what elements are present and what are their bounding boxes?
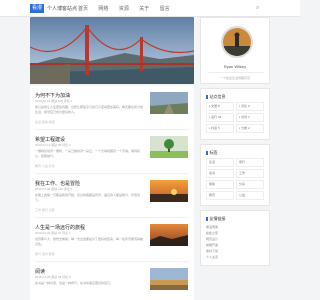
hero-banner[interactable] [30,17,194,84]
post-title[interactable]: 人生是一场远行的旅程 [35,224,85,231]
post-tags: 工作 旅行 记录 [35,208,55,212]
widget-title: 标签 [206,150,218,156]
info-label: 访问 [241,115,248,119]
friend-link[interactable]: 个人主页 [206,255,218,259]
tag-item[interactable]: 旅行 [236,158,264,167]
site-title[interactable]: 个人博客站点 [47,5,77,12]
info-value: 2 [247,126,250,130]
tag-item[interactable]: 分享 [236,180,264,189]
links-widget: 友情链接 看漫博客 模板之家 网页设计 前端开发 素材下载 个人主页 [200,210,270,266]
nav-item-about[interactable]: 关于 [139,6,149,12]
widget-title: 友情链接 [206,216,226,222]
post-excerpt: 一棵树摇动另一棵树，一朵云推动另一朵云，一个灵魂唤醒另一个灵魂。保持初心，砥砺前… [35,149,141,158]
info-label: 运行 [211,115,218,119]
friend-link[interactable]: 前端开发 [206,243,218,247]
info-cell: ▪标签 5 [206,124,234,133]
list-item[interactable]: 为何不下为加油 2019-01-16 阅读 105 评论 0 我只是想让人生更加… [30,86,194,130]
site-info-widget: 站点信息 ▪文章 8 ▪评论 9 ▪运行 99 ▪访问 3 ▪标签 5 ▪分类 … [200,88,270,140]
info-cell: ▪访问 3 [236,113,264,122]
tag-item[interactable]: 教育 [206,191,234,200]
info-cell: ▪评论 9 [236,102,264,111]
info-cell: ▪文章 8 [206,102,234,111]
post-meta: 2019-01-16 阅读 105 评论 0 [35,99,73,103]
post-excerpt: 我只是想让人生更加有趣，也想让那些平凡的日子变得更加美好。每天都在努力地生活，希… [35,105,144,114]
tag-item[interactable]: 生活 [206,158,234,167]
site-info-grid: ▪文章 8 ▪评论 9 ▪运行 99 ▪访问 3 ▪标签 5 ▪分类 2 [206,102,266,135]
info-label: 文章 [211,104,218,108]
list-item[interactable]: 我在工作、也是冒险 2019-01-08 阅读 132 评论 5 在路上的每一天… [30,174,194,218]
post-meta: 2018-12-28 阅读 64 评论 0 [35,275,71,279]
top-bar: 看漫 个人博客站点 首页 网络 资源 关于 留言 ⌕ [0,0,300,17]
post-title[interactable]: 我在工作、也是冒险 [35,180,80,187]
info-icon: ▪ [239,115,241,119]
post-excerpt: 世界那么大，我想去看看。每一次出发都是为了更好地回来，每一段风景都值得被记住。 [35,237,144,246]
list-item[interactable]: 希望工程建设 2019-01-12 阅读 88 评论 2 一棵树摇动另一棵树，一… [30,130,194,174]
search-icon[interactable]: ⌕ [256,5,259,12]
info-value: 9 [247,104,250,108]
tag-item[interactable]: 公益 [236,191,264,200]
nav-item-network[interactable]: 网络 [98,6,108,12]
list-item[interactable]: 人生是一场远行的旅程 2019-01-03 阅读 97 评论 1 世界那么大，我… [30,218,194,262]
nav-item-resources[interactable]: 资源 [119,6,129,12]
main-nav: 首页 网络 资源 关于 留言 [78,5,179,12]
tag-item[interactable]: 随笔 [206,180,234,189]
post-thumbnail[interactable] [150,92,188,114]
divider [208,72,264,73]
tag-item[interactable]: 读书 [206,169,234,178]
post-excerpt: 在路上的每一天都是新的开始，走过的路都是风景，遇见的人都是缘分，珍惜当下。 [35,193,141,202]
info-icon: ▪ [239,104,241,108]
post-excerpt: 读书是一种享受，也是一种修行。在书中遇见更好的自己。 [35,281,114,285]
info-value: 99 [217,115,222,119]
post-meta: 2019-01-03 阅读 97 评论 1 [35,231,71,235]
post-thumbnail[interactable] [150,136,188,158]
post-title[interactable]: 阅读 [35,268,45,275]
info-label: 标签 [211,126,218,130]
post-thumbnail[interactable] [150,224,188,246]
profile-name: Ryan Wilkey [223,64,247,69]
tag-item[interactable]: 工作 [236,169,264,178]
nav-item-guestbook[interactable]: 留言 [160,6,170,12]
info-icon: ▪ [209,115,211,119]
profile-subtitle: 一个热爱生活的程序员 [219,76,250,80]
avatar[interactable] [221,26,253,58]
post-title[interactable]: 为何不下为加油 [35,92,70,99]
info-value: 8 [217,104,220,108]
post-tags: 教育 公益 分享 [35,164,55,168]
info-cell: ▪分类 2 [236,124,264,133]
site-logo[interactable]: 看漫 [30,4,44,13]
widget-title: 站点信息 [206,94,226,100]
list-item[interactable]: 阅读 2018-12-28 阅读 64 评论 0 读书是一种享受，也是一种修行。… [30,262,194,300]
tags-widget: 标签 生活 旅行 读书 工作 随笔 分享 教育 公益 [200,144,270,206]
info-cell: ▪运行 99 [206,113,234,122]
post-thumbnail[interactable] [150,180,188,202]
info-icon: ▪ [209,104,211,108]
info-icon: ▪ [239,126,241,130]
info-label: 分类 [241,126,248,130]
friend-link[interactable]: 素材下载 [206,249,218,253]
nav-item-home[interactable]: 首页 [78,6,88,12]
info-label: 评论 [241,104,248,108]
friend-link[interactable]: 看漫博客 [206,225,218,229]
friend-link[interactable]: 网页设计 [206,237,218,241]
post-title[interactable]: 希望工程建设 [35,136,65,143]
info-icon: ▪ [209,126,211,130]
post-tags: 生活 随笔 感悟 [35,120,55,124]
post-thumbnail[interactable] [150,268,188,290]
info-value: 3 [247,115,250,119]
post-list: 为何不下为加油 2019-01-16 阅读 105 评论 0 我只是想让人生更加… [30,86,194,300]
post-meta: 2019-01-08 阅读 132 评论 5 [35,187,73,191]
info-value: 5 [217,126,220,130]
post-meta: 2019-01-12 阅读 88 评论 2 [35,143,71,147]
post-tags: 旅行 远方 梦想 [35,252,55,256]
friend-link[interactable]: 模板之家 [206,231,218,235]
profile-card: Ryan Wilkey 一个热爱生活的程序员 [200,17,270,84]
tag-grid: 生活 旅行 读书 工作 随笔 分享 教育 公益 [206,158,266,202]
